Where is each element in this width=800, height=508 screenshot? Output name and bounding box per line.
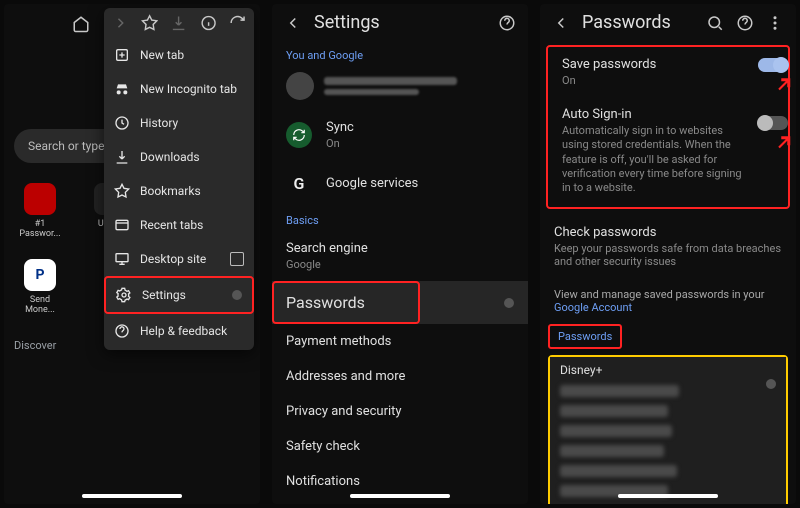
privacy-row[interactable]: Privacy and security [272,394,528,429]
saved-password-item[interactable]: Disney+ [550,357,786,504]
passwords-header: Passwords [540,4,796,41]
search-icon[interactable] [706,14,724,32]
phone-panel-2: Settings You and Google Sync On G Google… [272,4,528,504]
refresh-icon[interactable] [229,14,246,32]
shortcut-item[interactable]: PSend Mone... [18,259,62,315]
credential-redacted [560,425,672,437]
recent-tabs-icon [114,217,130,233]
help-icon[interactable] [498,14,516,32]
menu-help[interactable]: Help & feedback [104,314,254,348]
credential-redacted [560,445,664,457]
section-you-google: You and Google [272,41,528,66]
page-title: Settings [314,12,486,33]
help-icon [114,323,130,339]
highlight-save-auto: Save passwords On Auto Sign-in Automatic… [546,45,790,209]
menu-desktop-site[interactable]: Desktop site [104,242,254,276]
star-icon [114,183,130,199]
home-indicator[interactable] [350,494,450,498]
home-indicator[interactable] [618,494,718,498]
blur-dot [766,379,776,389]
incognito-icon [114,81,130,97]
back-icon[interactable] [552,14,570,32]
credential-redacted [560,405,668,417]
desktop-site-checkbox[interactable] [230,252,244,266]
menu-bookmarks[interactable]: Bookmarks [104,174,254,208]
toolbar [10,6,100,42]
phone-panel-3: Passwords Save passwords On Auto Sign-in… [540,4,796,504]
shortcut-item[interactable]: #1 Passwor... [18,183,62,239]
menu-settings[interactable]: Settings [104,276,254,314]
menu-incognito[interactable]: New Incognito tab [104,72,254,106]
google-services-row[interactable]: G Google services [272,160,528,206]
theme-row[interactable]: Theme [272,499,528,504]
google-g-icon: G [286,170,312,196]
payment-methods-row[interactable]: Payment methods [272,324,528,359]
saved-site-name: Disney+ [560,363,776,377]
avatar [286,72,314,100]
phone-panel-1: G Search or type web address #1 Passwor.… [4,4,260,504]
info-icon[interactable] [200,14,217,32]
menu-new-tab[interactable]: New tab [104,38,254,72]
forward-icon[interactable] [112,14,129,32]
sync-icon [286,122,312,148]
home-icon[interactable] [72,15,90,33]
save-passwords-toggle[interactable] [758,58,788,72]
history-icon [114,115,130,131]
safety-check-row[interactable]: Safety check [272,429,528,464]
menu-history[interactable]: History [104,106,254,140]
passwords-row[interactable]: Passwords [272,281,528,324]
star-icon[interactable] [141,14,158,32]
page-title: Passwords [582,12,694,33]
overflow-menu: New tab New Incognito tab History Downlo… [104,8,254,350]
passwords-section-header: Passwords [548,324,622,349]
back-icon[interactable] [284,14,302,32]
sync-row[interactable]: Sync On [272,110,528,160]
more-icon[interactable] [766,14,784,32]
settings-header: Settings [272,4,528,41]
auto-signin-toggle[interactable] [758,116,788,130]
account-row[interactable] [272,66,528,110]
credential-redacted [560,465,677,477]
account-email-redacted [324,89,419,95]
highlight-saved-list: Disney+ [548,355,788,504]
download-icon[interactable] [170,14,187,32]
blur-dot [504,298,514,308]
check-passwords-row[interactable]: Check passwords Keep your passwords safe… [540,215,796,278]
menu-downloads[interactable]: Downloads [104,140,254,174]
search-engine-row[interactable]: Search engine Google [272,231,528,281]
desktop-icon [114,251,130,267]
menu-recent-tabs[interactable]: Recent tabs [104,208,254,242]
home-indicator[interactable] [82,494,182,498]
account-name-redacted [324,77,457,85]
google-account-link[interactable]: Google Account [554,301,632,314]
annotation-arrow [776,134,794,152]
help-icon[interactable] [736,14,754,32]
blur-dot [232,290,242,300]
auto-signin-row[interactable]: Auto Sign-in Automatically sign in to we… [548,97,788,205]
section-basics: Basics [272,206,528,231]
menu-top-icons [104,8,254,38]
save-passwords-row[interactable]: Save passwords On [548,47,788,97]
credential-redacted [560,385,679,397]
addresses-row[interactable]: Addresses and more [272,359,528,394]
plus-icon [114,47,130,63]
download-icon [114,149,130,165]
annotation-arrow [776,76,794,94]
gear-icon [116,287,132,303]
view-manage-row[interactable]: View and manage saved passwords in your … [540,278,796,324]
